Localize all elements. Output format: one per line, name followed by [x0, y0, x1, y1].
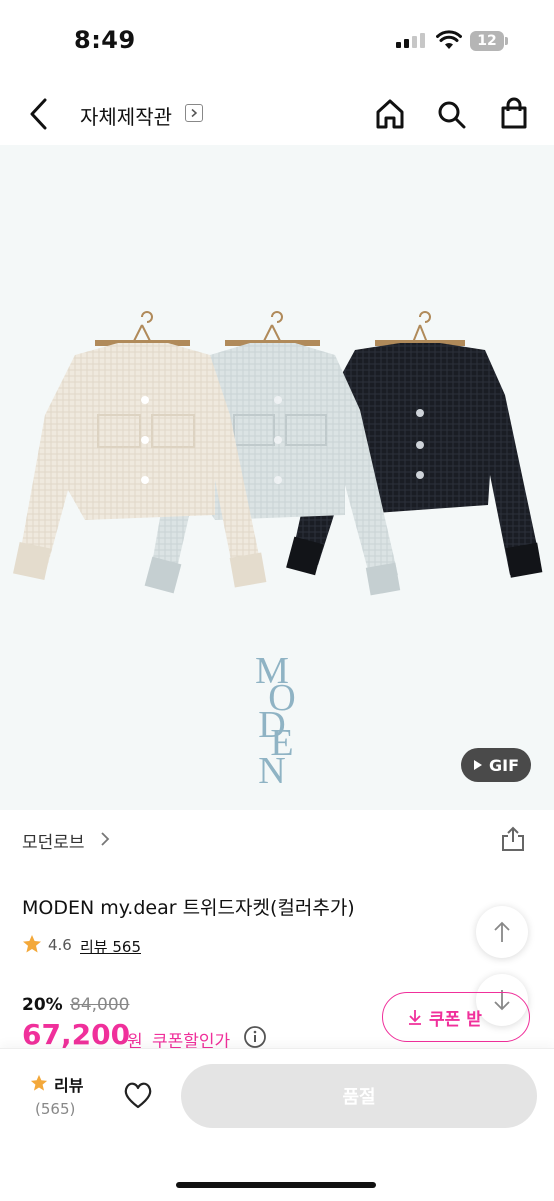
arrow-up-icon	[494, 921, 510, 942]
download-icon	[409, 1010, 421, 1025]
wifi-icon	[436, 30, 462, 49]
gif-label: GIF	[488, 755, 519, 775]
star-icon	[23, 935, 41, 953]
sold-out-button[interactable]: 품절	[181, 1064, 537, 1128]
product-image[interactable]: M O D E N	[0, 145, 554, 810]
shopping-bag-icon[interactable]	[498, 96, 530, 132]
original-price: 84,000	[70, 995, 130, 1015]
status-time: 8:49	[74, 26, 136, 54]
brand-wordmark: M O D E N	[255, 650, 296, 792]
play-icon	[473, 760, 482, 770]
chevron-right-icon[interactable]	[100, 831, 110, 847]
star-icon	[30, 1074, 48, 1091]
coupon-button-label: 쿠폰 받	[429, 1009, 482, 1030]
page-title[interactable]: 자체제작관	[80, 101, 172, 130]
discount-rate: 20%	[22, 995, 63, 1015]
info-icon[interactable]	[243, 1025, 267, 1049]
gif-play-button[interactable]: GIF	[461, 748, 531, 782]
wordmark-letter-5: N	[258, 750, 285, 792]
coupon-download-button[interactable]: 쿠폰 받	[382, 992, 530, 1042]
scroll-top-button[interactable]	[476, 906, 528, 958]
home-indicator	[176, 1182, 376, 1188]
product-photo: M O D E N	[13, 311, 543, 792]
battery-tip	[505, 37, 508, 45]
bottom-review-count[interactable]: (565)	[35, 1100, 75, 1118]
brand-link[interactable]: 모던로브	[22, 828, 85, 853]
product-title: MODEN my.dear 트위드자켓(컬러추가)	[22, 897, 355, 919]
cellular-signal-icon	[396, 33, 425, 48]
share-icon[interactable]	[500, 825, 526, 853]
title-chevron-icon[interactable]	[185, 104, 203, 122]
review-link[interactable]: 리뷰 565	[80, 936, 141, 957]
bottom-review-label[interactable]: 리뷰	[54, 1072, 83, 1096]
sale-price: 67,200	[22, 1018, 131, 1051]
back-arrow-icon[interactable]	[26, 96, 52, 132]
heart-icon[interactable]	[122, 1080, 154, 1110]
battery-indicator: 12	[470, 31, 504, 51]
search-icon[interactable]	[436, 96, 468, 132]
rating-value: 4.6	[48, 936, 72, 954]
home-icon[interactable]	[374, 96, 406, 132]
